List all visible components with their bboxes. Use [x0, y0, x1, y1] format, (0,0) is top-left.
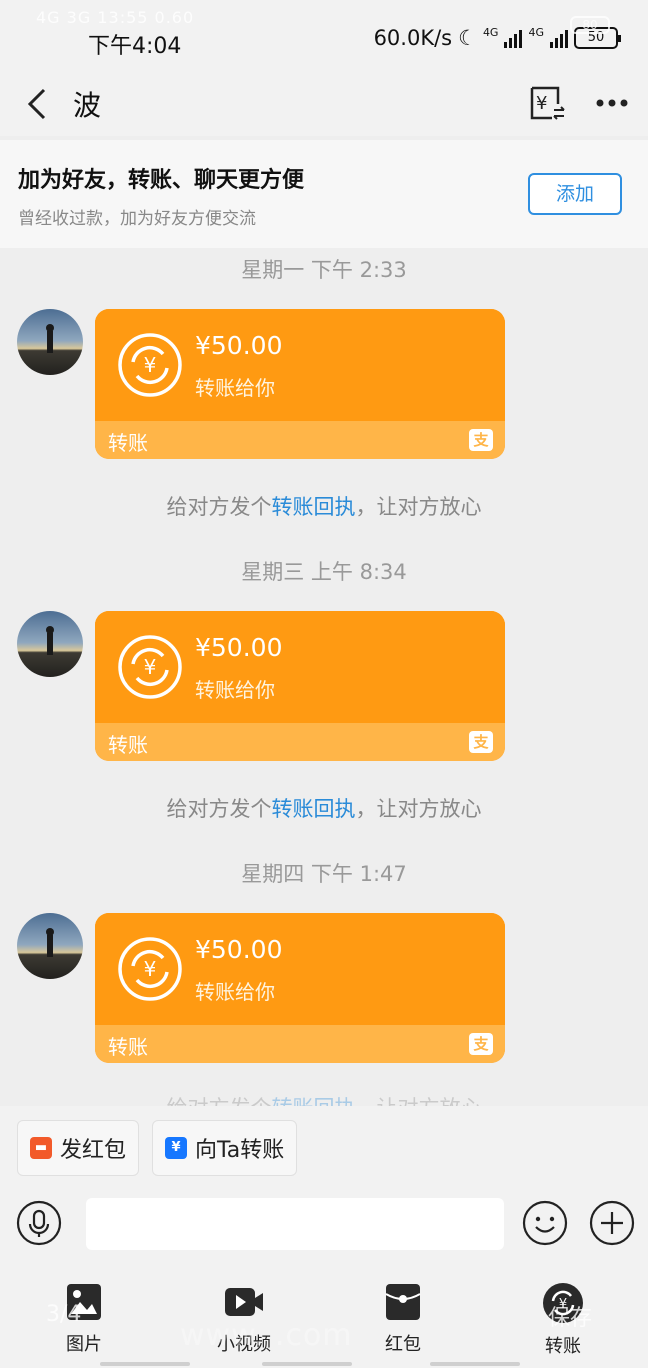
tab-label: 红包: [385, 1334, 421, 1355]
banner-subtitle: 曾经收过款，加为好友方便交流: [18, 209, 256, 229]
message-timestamp: 星期一 下午 2:33: [241, 258, 407, 282]
card-label: 转账: [108, 1035, 148, 1059]
nav-indicator: [430, 1362, 520, 1366]
add-friend-button[interactable]: 添加: [528, 173, 622, 215]
quick-action-bar: ▬ 发红包 ¥ 向Ta转账: [0, 1106, 648, 1190]
svg-text:¥: ¥: [536, 93, 547, 114]
input-row: [0, 1190, 648, 1266]
tab-label: 图片: [66, 1334, 102, 1355]
receipt-link[interactable]: 转账回执: [272, 797, 356, 821]
card-top: ¥ ¥50.00 转账给你: [95, 611, 505, 723]
emoji-icon[interactable]: [522, 1200, 568, 1246]
signal-icon: [504, 28, 523, 48]
tip-prefix: 给对方发个: [166, 495, 272, 519]
transfer-description: 转账给你: [195, 376, 275, 400]
transfer-description: 转账给你: [195, 678, 275, 702]
avatar-figure: [46, 928, 54, 957]
send-red-envelope-button[interactable]: ▬ 发红包: [17, 1120, 140, 1176]
card-label: 转账: [108, 733, 148, 757]
tab-red-envelope[interactable]: 红包: [358, 1282, 448, 1356]
more-icon[interactable]: [594, 88, 630, 118]
nav-indicator: [262, 1362, 352, 1366]
receipt-tip: 给对方发个转账回执，让对方放心: [0, 793, 648, 823]
status-overlay-text: 4G 3G 13:55 0.60: [36, 8, 195, 27]
alipay-icon: 支: [469, 1033, 493, 1055]
overlay-battery: 80: [570, 16, 610, 34]
card-bottom: 转账 支: [95, 421, 505, 459]
transfer-coin-icon: ¥: [118, 937, 182, 1001]
avatar-figure: [46, 626, 54, 655]
status-time: 下午4:04: [88, 34, 182, 59]
transfer-card[interactable]: ¥ ¥50.00 转账给你 转账 支: [95, 913, 505, 1063]
signal2-label: 4G: [528, 26, 544, 39]
message-input[interactable]: [86, 1198, 504, 1250]
card-bottom: 转账 支: [95, 723, 505, 761]
moon-icon: ☾: [458, 26, 477, 50]
transfer-coin-icon: ¥: [118, 635, 182, 699]
video-icon: [225, 1288, 263, 1316]
transfer-to-ta-button[interactable]: ¥ 向Ta转账: [152, 1120, 298, 1176]
transfer-amount: ¥50.00: [195, 935, 283, 964]
bottom-tab-bar: 图片 小视频 红包 ¥ 转账 3/4 保存 www. .com: [0, 1266, 648, 1368]
card-top: ¥ ¥50.00 转账给你: [95, 309, 505, 421]
save-watermark: 保存: [548, 1306, 593, 1331]
red-envelope-icon: ▬: [30, 1137, 52, 1159]
microphone-icon[interactable]: [16, 1200, 62, 1246]
banner-title: 加为好友，转账、聊天更方便: [18, 168, 305, 193]
signal-icon-2: [550, 28, 568, 48]
transfer-receipt-icon[interactable]: ¥: [528, 84, 566, 122]
avatar[interactable]: [17, 309, 83, 375]
url-watermark: www. .com: [180, 1318, 353, 1353]
network-speed: 60.0K/s: [373, 26, 453, 50]
card-bottom: 转账 支: [95, 1025, 505, 1063]
message-timestamp: 星期四 下午 1:47: [241, 862, 407, 886]
card-label: 转账: [108, 431, 148, 455]
transfer-card[interactable]: ¥ ¥50.00 转账给你 转账 支: [95, 309, 505, 459]
back-arrow-icon[interactable]: [22, 84, 52, 124]
transfer-coin-icon: ¥: [118, 333, 182, 397]
quick-action-label: 发红包: [60, 1138, 127, 1163]
alipay-icon: 支: [469, 429, 493, 451]
nav-bar: 波 ¥: [0, 72, 648, 136]
avatar-figure: [46, 324, 54, 353]
add-friend-banner: 加为好友，转账、聊天更方便 曾经收过款，加为好友方便交流 添加: [0, 140, 648, 248]
message-timestamp: 星期三 上午 8:34: [241, 560, 407, 584]
transfer-icon: ¥: [165, 1137, 187, 1159]
card-top: ¥ ¥50.00 转账给你: [95, 913, 505, 1025]
chat-title: 波: [73, 89, 102, 122]
tab-label: 转账: [545, 1336, 581, 1357]
svg-text:¥: ¥: [144, 957, 157, 981]
transfer-amount: ¥50.00: [195, 633, 283, 662]
avatar[interactable]: [17, 611, 83, 677]
tip-suffix: ，让对方放心: [355, 797, 482, 821]
signal1-label: 4G: [482, 26, 499, 39]
tip-prefix: 给对方发个: [166, 797, 272, 821]
receipt-tip: 给对方发个转账回执，让对方放心: [0, 491, 648, 521]
plus-icon[interactable]: [589, 1200, 635, 1246]
transfer-amount: ¥50.00: [195, 331, 283, 360]
transfer-card[interactable]: ¥ ¥50.00 转账给你 转账 支: [95, 611, 505, 761]
transfer-description: 转账给你: [195, 980, 275, 1004]
page-counter-watermark: 3/4: [46, 1302, 82, 1327]
quick-action-label: 向Ta转账: [195, 1138, 285, 1163]
nav-indicator: [100, 1362, 190, 1366]
receipt-link[interactable]: 转账回执: [272, 495, 356, 519]
status-bar: 4G 3G 13:55 0.60 下午4:04 60.0K/s ☾ 4G 4G …: [0, 0, 648, 72]
avatar[interactable]: [17, 913, 83, 979]
red-envelope-icon: [385, 1284, 421, 1320]
tip-suffix: ，让对方放心: [355, 495, 482, 519]
svg-text:¥: ¥: [144, 655, 157, 679]
svg-text:¥: ¥: [144, 353, 157, 377]
alipay-icon: 支: [469, 731, 493, 753]
